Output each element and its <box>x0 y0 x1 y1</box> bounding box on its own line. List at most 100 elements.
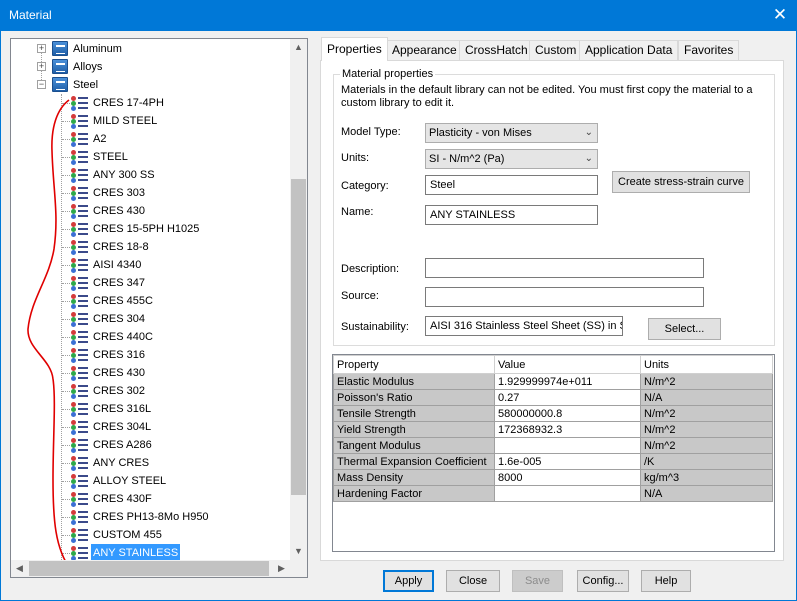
tree-item-material[interactable]: CRES 302 <box>11 382 291 400</box>
tree-item-material[interactable]: CRES PH13-8Mo H950 <box>11 508 291 526</box>
tree-item-material[interactable]: CRES 303 <box>11 184 291 202</box>
name-field[interactable]: ANY STAINLESS <box>425 205 598 225</box>
material-icon <box>71 149 88 165</box>
tree-item-material[interactable]: CRES 304L <box>11 418 291 436</box>
property-value-cell[interactable]: 8000 <box>494 469 641 486</box>
tree-item-material[interactable]: CRES 15-5PH H1025 <box>11 220 291 238</box>
select-button[interactable]: Select... <box>648 318 721 340</box>
property-units-cell[interactable]: /K <box>640 453 773 470</box>
header-value[interactable]: Value <box>494 355 641 374</box>
material-icon <box>71 365 88 381</box>
category-field[interactable]: Steel <box>425 175 598 195</box>
property-name-cell[interactable]: Tangent Modulus <box>333 437 495 454</box>
scroll-thumb[interactable] <box>291 179 306 495</box>
property-units-cell[interactable]: N/m^2 <box>640 373 773 390</box>
collapse-icon[interactable]: − <box>37 80 46 89</box>
property-value-cell[interactable]: 1.6e-005 <box>494 453 641 470</box>
source-label: Source: <box>341 290 379 302</box>
tree-item-material[interactable]: CRES 440C <box>11 328 291 346</box>
property-name-cell[interactable]: Poisson's Ratio <box>333 389 495 406</box>
close-button[interactable]: Close <box>446 570 500 592</box>
property-name-cell[interactable]: Hardening Factor <box>333 485 495 502</box>
config-button[interactable]: Config... <box>577 570 629 592</box>
property-units-cell[interactable]: N/A <box>640 389 773 406</box>
material-icon <box>71 383 88 399</box>
property-value-cell[interactable]: 1.929999974e+011 <box>494 373 641 390</box>
material-tree[interactable]: + Aluminum + Alloys − Steel CRES 17-4PH MILD ST… <box>10 38 308 578</box>
property-grid[interactable]: Property Value Units Elastic Modulus 1.92… <box>332 354 775 552</box>
property-name-cell[interactable]: Yield Strength <box>333 421 495 438</box>
expand-icon[interactable]: + <box>37 44 46 53</box>
material-icon <box>71 185 88 201</box>
tree-item-material[interactable]: CUSTOM 455 <box>11 526 291 544</box>
tree-item-material[interactable]: AISI 4340 <box>11 256 291 274</box>
property-units-cell[interactable]: kg/m^3 <box>640 469 773 486</box>
tree-connector <box>62 463 70 464</box>
tab-custom[interactable]: Custom <box>529 40 583 60</box>
property-value-cell[interactable]: 172368932.3 <box>494 421 641 438</box>
units-select[interactable]: SI - N/m^2 (Pa) ⌄ <box>425 149 598 169</box>
property-units-cell[interactable]: N/m^2 <box>640 405 773 422</box>
scroll-down-icon[interactable]: ▼ <box>290 543 307 560</box>
tree-item-material[interactable]: CRES 304 <box>11 310 291 328</box>
tab-application-data[interactable]: Application Data <box>579 40 679 60</box>
tab-properties[interactable]: Properties <box>321 37 388 61</box>
property-value-cell[interactable] <box>494 437 641 454</box>
tree-item-alloys[interactable]: + Alloys <box>11 58 291 76</box>
property-value-cell[interactable] <box>494 485 641 502</box>
tree-item-material[interactable]: CRES 347 <box>11 274 291 292</box>
model-type-select[interactable]: Plasticity - von Mises ⌄ <box>425 123 598 143</box>
header-property[interactable]: Property <box>333 355 495 374</box>
property-units-cell[interactable]: N/m^2 <box>640 437 773 454</box>
tree-horizontal-scrollbar[interactable]: ◀ ▶ <box>11 560 307 577</box>
tree-item-material[interactable]: ALLOY STEEL <box>11 472 291 490</box>
scroll-thumb-horizontal[interactable] <box>29 561 269 576</box>
property-units-cell[interactable]: N/m^2 <box>640 421 773 438</box>
tree-item-label: ALLOY STEEL <box>93 475 167 487</box>
tree-item-material[interactable]: CRES 430 <box>11 202 291 220</box>
library-icon <box>52 41 68 56</box>
property-value-cell[interactable]: 0.27 <box>494 389 641 406</box>
tree-item-material[interactable]: MILD STEEL <box>11 112 291 130</box>
tree-item-material[interactable]: CRES 430 <box>11 364 291 382</box>
property-name-cell[interactable]: Elastic Modulus <box>333 373 495 390</box>
tree-item-aluminum[interactable]: + Aluminum <box>11 40 291 58</box>
property-name-cell[interactable]: Thermal Expansion Coefficient <box>333 453 495 470</box>
tab-appearance[interactable]: Appearance <box>386 40 463 60</box>
tab-crosshatch[interactable]: CrossHatch <box>459 40 534 60</box>
tree-item-label: Alloys <box>73 61 103 73</box>
save-button[interactable]: Save <box>512 570 563 592</box>
property-name-cell[interactable]: Tensile Strength <box>333 405 495 422</box>
description-field[interactable] <box>425 258 704 278</box>
sustainability-field[interactable]: AISI 316 Stainless Steel Sheet (SS) in S <box>425 316 623 336</box>
tree-item-steel[interactable]: − Steel <box>11 76 291 94</box>
tree-item-material[interactable]: CRES 455C <box>11 292 291 310</box>
tab-favorites[interactable]: Favorites <box>678 40 740 60</box>
apply-button[interactable]: Apply <box>383 570 434 592</box>
tree-item-material[interactable]: CRES 430F <box>11 490 291 508</box>
material-icon <box>71 401 88 417</box>
tree-item-material[interactable]: STEEL <box>11 148 291 166</box>
scroll-right-icon[interactable]: ▶ <box>273 560 290 577</box>
scroll-up-icon[interactable]: ▲ <box>290 39 307 56</box>
close-icon[interactable]: ✕ <box>769 4 791 26</box>
property-value-cell[interactable]: 580000000.8 <box>494 405 641 422</box>
tree-item-material[interactable]: ANY CRES <box>11 454 291 472</box>
tree-vertical-scrollbar[interactable]: ▲ ▼ <box>290 39 307 560</box>
help-button[interactable]: Help <box>641 570 691 592</box>
scroll-left-icon[interactable]: ◀ <box>11 560 28 577</box>
tree-item-material[interactable]: CRES 316L <box>11 400 291 418</box>
create-stress-strain-curve-button[interactable]: Create stress-strain curve <box>612 171 750 193</box>
tree-item-material[interactable]: CRES 17-4PH <box>11 94 291 112</box>
property-units-cell[interactable]: N/A <box>640 485 773 502</box>
expand-icon[interactable]: + <box>37 62 46 71</box>
tree-item-material[interactable]: CRES 18-8 <box>11 238 291 256</box>
header-units[interactable]: Units <box>640 355 773 374</box>
source-field[interactable] <box>425 287 704 307</box>
property-name-cell[interactable]: Mass Density <box>333 469 495 486</box>
tree-item-material[interactable]: CRES 316 <box>11 346 291 364</box>
tree-item-material[interactable]: CRES A286 <box>11 436 291 454</box>
tree-item-material[interactable]: A2 <box>11 130 291 148</box>
tree-item-label: CRES 304 <box>93 313 145 325</box>
tree-item-material[interactable]: ANY 300 SS <box>11 166 291 184</box>
